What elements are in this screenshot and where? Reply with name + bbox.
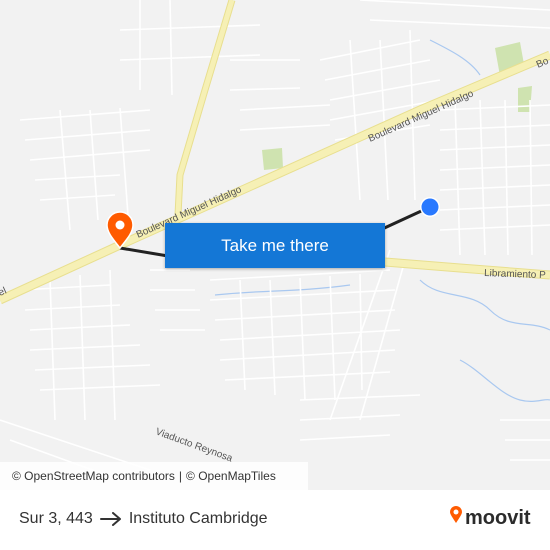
moovit-wordmark: moovit	[465, 506, 531, 529]
moovit-pin-icon	[449, 506, 463, 530]
park-area	[262, 148, 283, 170]
attribution-separator: |	[178, 469, 183, 483]
destination-name: Instituto Cambridge	[128, 510, 268, 527]
arrow-right-icon	[99, 512, 122, 526]
map-attribution: © OpenStreetMap contributors | © OpenMap…	[0, 462, 308, 490]
origin-name: Sur 3, 443	[19, 510, 93, 527]
moovit-logo[interactable]: moovit	[449, 506, 531, 530]
road-label-libramiento: Libramiento P	[484, 268, 546, 281]
openmaptiles-attribution-link[interactable]: © OpenMapTiles	[186, 469, 276, 483]
origin-dot-icon[interactable]	[420, 197, 440, 217]
take-me-there-button[interactable]: Take me there	[165, 223, 385, 268]
osm-attribution-link[interactable]: © OpenStreetMap contributors	[12, 469, 175, 483]
road-label-viaducto: Viaducto Reynosa	[154, 426, 234, 464]
route-summary: Sur 3, 443 Instituto Cambridge	[19, 510, 268, 528]
map-view[interactable]: Boulevard Miguel Hidalgo Boulevard Migue…	[0, 0, 550, 490]
